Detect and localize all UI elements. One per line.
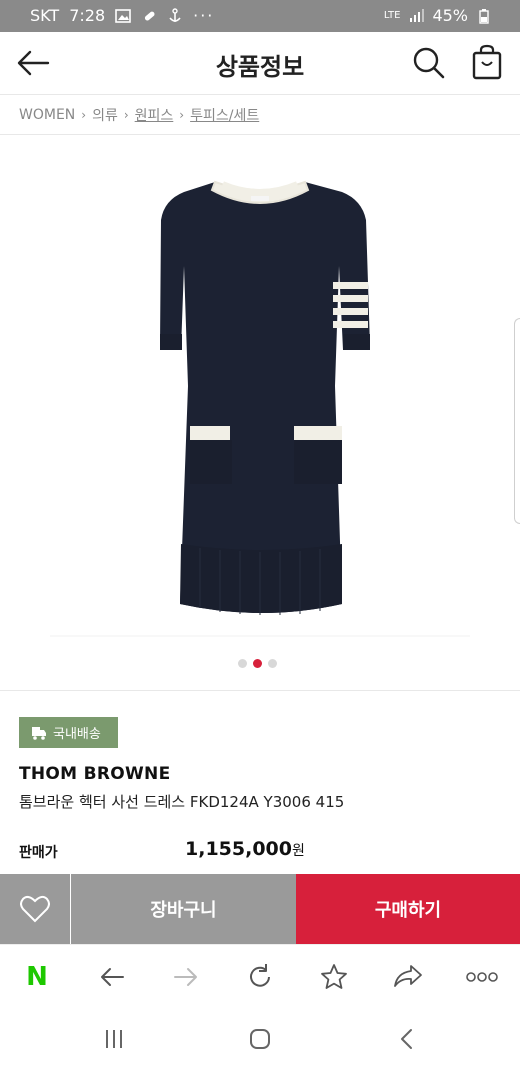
truck-icon: [32, 726, 46, 740]
price-amount: 1,155,000: [185, 838, 292, 860]
purchase-bar: 장바구니 구매하기: [0, 874, 520, 944]
browser-forward-button[interactable]: [168, 959, 204, 995]
pill-icon: [145, 11, 155, 20]
signal-icon: [410, 8, 425, 22]
back-icon: [101, 968, 124, 986]
price-value: 1,155,000원: [185, 838, 305, 860]
breadcrumb-divider: [0, 134, 520, 135]
naver-logo-icon: N: [26, 962, 48, 992]
star-icon: [321, 964, 347, 989]
breadcrumb-item-set[interactable]: 투피스/세트: [190, 105, 259, 125]
more-icon: [466, 972, 498, 982]
naver-home-button[interactable]: N: [19, 959, 55, 995]
battery-icon: [479, 8, 489, 24]
battery-label: 45%: [432, 6, 468, 25]
breadcrumb-item-women[interactable]: WOMEN: [19, 107, 75, 123]
cart-button[interactable]: [470, 44, 504, 80]
refresh-button[interactable]: [242, 959, 278, 995]
search-icon: [413, 47, 445, 79]
heart-icon: [20, 895, 50, 923]
add-to-cart-button[interactable]: 장바구니: [71, 874, 296, 944]
system-nav-bar: [0, 1008, 520, 1069]
recent-apps-button[interactable]: [99, 1024, 129, 1054]
product-image-carousel[interactable]: [0, 136, 520, 681]
chevron-right-icon: ›: [81, 108, 87, 122]
header-divider: [0, 94, 520, 95]
system-back-button[interactable]: [392, 1024, 422, 1054]
image-divider: [0, 690, 520, 691]
share-icon: [394, 965, 422, 987]
recent-apps-icon: [106, 1030, 122, 1048]
shipping-badge-label: 국내배송: [53, 727, 101, 742]
share-button[interactable]: [390, 959, 426, 995]
search-button[interactable]: [412, 46, 446, 80]
network-label: LTE: [383, 10, 401, 21]
price-label: 판매가: [19, 845, 58, 861]
browser-back-button[interactable]: [94, 959, 130, 995]
carousel-dot[interactable]: [268, 659, 277, 668]
brand-name[interactable]: THOM BROWNE: [19, 764, 171, 784]
chevron-right-icon: ›: [179, 108, 185, 122]
gallery-icon: [115, 8, 131, 23]
buy-now-button[interactable]: 구매하기: [296, 874, 520, 944]
anchor-icon: [169, 7, 181, 22]
price-unit: 원: [291, 843, 305, 859]
breadcrumb-item-dress[interactable]: 원피스: [135, 105, 174, 125]
home-icon: [250, 1029, 270, 1049]
carousel-indicator: [238, 659, 277, 668]
side-panel-handle[interactable]: [514, 318, 520, 524]
time-label: 7:28: [69, 6, 106, 25]
home-button[interactable]: [245, 1024, 275, 1054]
carrier-label: SKT: [30, 6, 60, 25]
top-header: 상품정보: [0, 32, 520, 94]
chevron-right-icon: ›: [123, 108, 129, 122]
refresh-icon: [250, 964, 270, 987]
shipping-badge: 국내배송: [19, 717, 118, 748]
dress-image: [50, 180, 470, 637]
more-button[interactable]: [464, 959, 500, 995]
carousel-dot-active[interactable]: [253, 659, 262, 668]
product-name: 톰브라운 헥터 사선 드레스 FKD124A Y3006 415: [19, 793, 345, 811]
back-icon: [401, 1029, 412, 1049]
carousel-dot[interactable]: [238, 659, 247, 668]
browser-toolbar: N: [0, 944, 520, 1008]
shopping-bag-icon: [472, 44, 502, 80]
breadcrumb: WOMEN › 의류 › 원피스 › 투피스/세트: [19, 104, 259, 126]
more-notifications-icon: ···: [193, 6, 215, 25]
forward-icon: [174, 968, 197, 986]
status-bar: SKT 7:28 ··· LTE 45%: [0, 0, 520, 32]
wishlist-button[interactable]: [0, 874, 70, 944]
bookmark-button[interactable]: [316, 959, 352, 995]
breadcrumb-item-clothing[interactable]: 의류: [92, 105, 118, 125]
